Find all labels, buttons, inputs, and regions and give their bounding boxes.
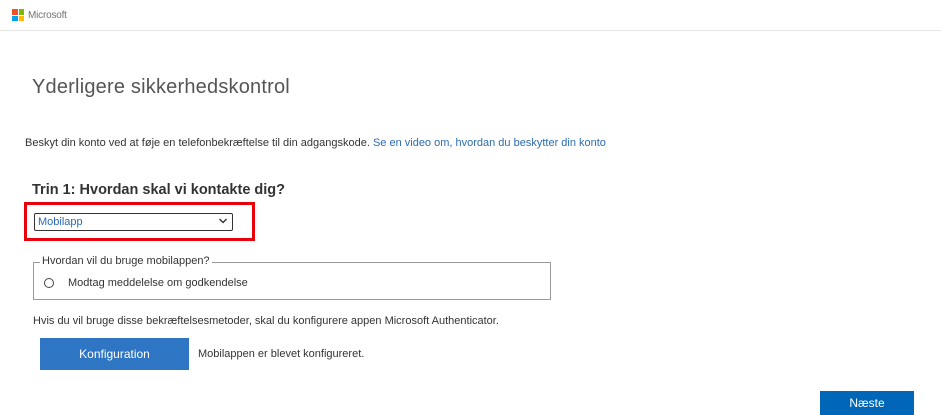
protect-account-video-link[interactable]: Se en video om, hvordan du beskytter din…	[373, 137, 606, 149]
contact-method-select[interactable]: Mobilapp	[34, 213, 233, 231]
configuration-status: Mobilappen er blevet konfigureret.	[198, 348, 365, 360]
intro-text-row: Beskyt din konto ved at føje en telefonb…	[25, 137, 606, 149]
logo-text: Microsoft	[28, 9, 67, 21]
step-title: Trin 1: Hvordan skal vi kontakte dig?	[32, 182, 286, 198]
helper-text: Hvis du vil bruge disse bekræftelsesmeto…	[33, 315, 499, 327]
next-button[interactable]: Næste	[820, 391, 914, 415]
top-bar: Microsoft	[0, 0, 941, 31]
usage-fieldset: Hvordan vil du bruge mobilappen? Modtag …	[33, 255, 551, 300]
contact-method-value: Mobilapp	[38, 216, 83, 228]
radio-button[interactable]	[44, 278, 54, 288]
page-title: Yderligere sikkerhedskontrol	[32, 76, 290, 98]
configuration-button[interactable]: Konfiguration	[40, 338, 189, 370]
approval-notification-option[interactable]: Modtag meddelelse om godkendelse	[44, 277, 248, 289]
intro-text: Beskyt din konto ved at føje en telefonb…	[25, 137, 370, 149]
approval-notification-label: Modtag meddelelse om godkendelse	[68, 277, 248, 289]
microsoft-logo: Microsoft	[12, 9, 67, 21]
microsoft-logo-icon	[12, 9, 24, 21]
chevron-down-icon	[219, 218, 227, 224]
usage-legend: Hvordan vil du bruge mobilappen?	[40, 255, 212, 267]
